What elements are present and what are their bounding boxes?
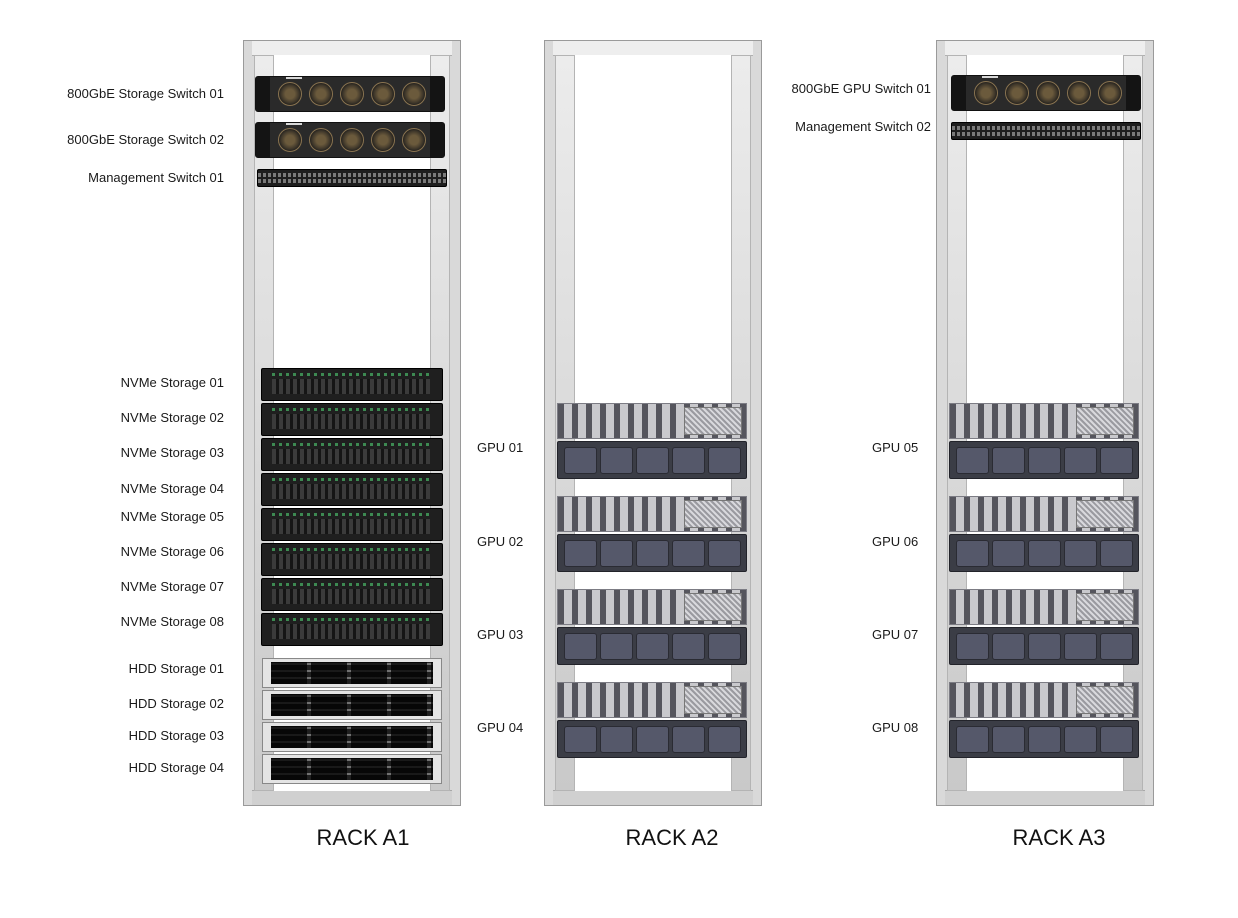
label-gpu-06: GPU 06 (872, 534, 919, 549)
rack-a2-title: RACK A2 (625, 825, 719, 850)
gpu-server-07 (949, 589, 1139, 665)
nvme-storage-01 (261, 368, 443, 401)
management-switch-01 (257, 169, 447, 187)
label-nvme-storage-08: NVMe Storage 08 (120, 614, 224, 629)
label-storage-switch-02: 800GbE Storage Switch 02 (67, 132, 224, 147)
gpu-server-05 (949, 403, 1139, 479)
rack-a3-title: RACK A3 (1012, 825, 1106, 850)
rack-a1-title: RACK A1 (316, 825, 410, 850)
gpu-server-06 (949, 496, 1139, 572)
nvme-storage-06 (261, 543, 443, 576)
hdd-storage-02 (262, 690, 442, 720)
label-gpu-05: GPU 05 (872, 440, 919, 455)
nvme-storage-03 (261, 438, 443, 471)
storage-switch-02 (255, 122, 445, 158)
label-hdd-storage-03: HDD Storage 03 (128, 728, 224, 743)
label-nvme-storage-03: NVMe Storage 03 (120, 445, 224, 460)
label-nvme-storage-04: NVMe Storage 04 (120, 481, 224, 496)
nvme-storage-05 (261, 508, 443, 541)
label-nvme-storage-01: NVMe Storage 01 (120, 375, 224, 390)
label-gpu-08: GPU 08 (872, 720, 919, 735)
hdd-storage-04 (262, 754, 442, 784)
label-hdd-storage-04: HDD Storage 04 (128, 760, 224, 775)
label-gpu-01: GPU 01 (477, 440, 524, 455)
label-management-switch-02: Management Switch 02 (795, 119, 931, 134)
label-nvme-storage-06: NVMe Storage 06 (120, 544, 224, 559)
gpu-server-03 (557, 589, 747, 665)
nvme-storage-07 (261, 578, 443, 611)
label-hdd-storage-01: HDD Storage 01 (128, 661, 224, 676)
label-nvme-storage-02: NVMe Storage 02 (120, 410, 224, 425)
label-gpu-07: GPU 07 (872, 627, 919, 642)
label-gpu-switch-01: 800GbE GPU Switch 01 (791, 81, 931, 96)
nvme-storage-08 (261, 613, 443, 646)
hdd-storage-01 (262, 658, 442, 688)
label-nvme-storage-07: NVMe Storage 07 (120, 579, 224, 594)
management-switch-02 (951, 122, 1141, 140)
storage-switch-01 (255, 76, 445, 112)
gpu-server-02 (557, 496, 747, 572)
label-nvme-storage-05: NVMe Storage 05 (120, 509, 224, 524)
label-gpu-04: GPU 04 (477, 720, 524, 735)
label-gpu-03: GPU 03 (477, 627, 524, 642)
gpu-switch-01 (951, 75, 1141, 111)
gpu-server-01 (557, 403, 747, 479)
label-gpu-02: GPU 02 (477, 534, 524, 549)
nvme-storage-04 (261, 473, 443, 506)
nvme-storage-02 (261, 403, 443, 436)
label-storage-switch-01: 800GbE Storage Switch 01 (67, 86, 224, 101)
hdd-storage-03 (262, 722, 442, 752)
label-hdd-storage-02: HDD Storage 02 (128, 696, 224, 711)
gpu-server-04 (557, 682, 747, 758)
gpu-server-08 (949, 682, 1139, 758)
label-management-switch-01: Management Switch 01 (88, 170, 224, 185)
